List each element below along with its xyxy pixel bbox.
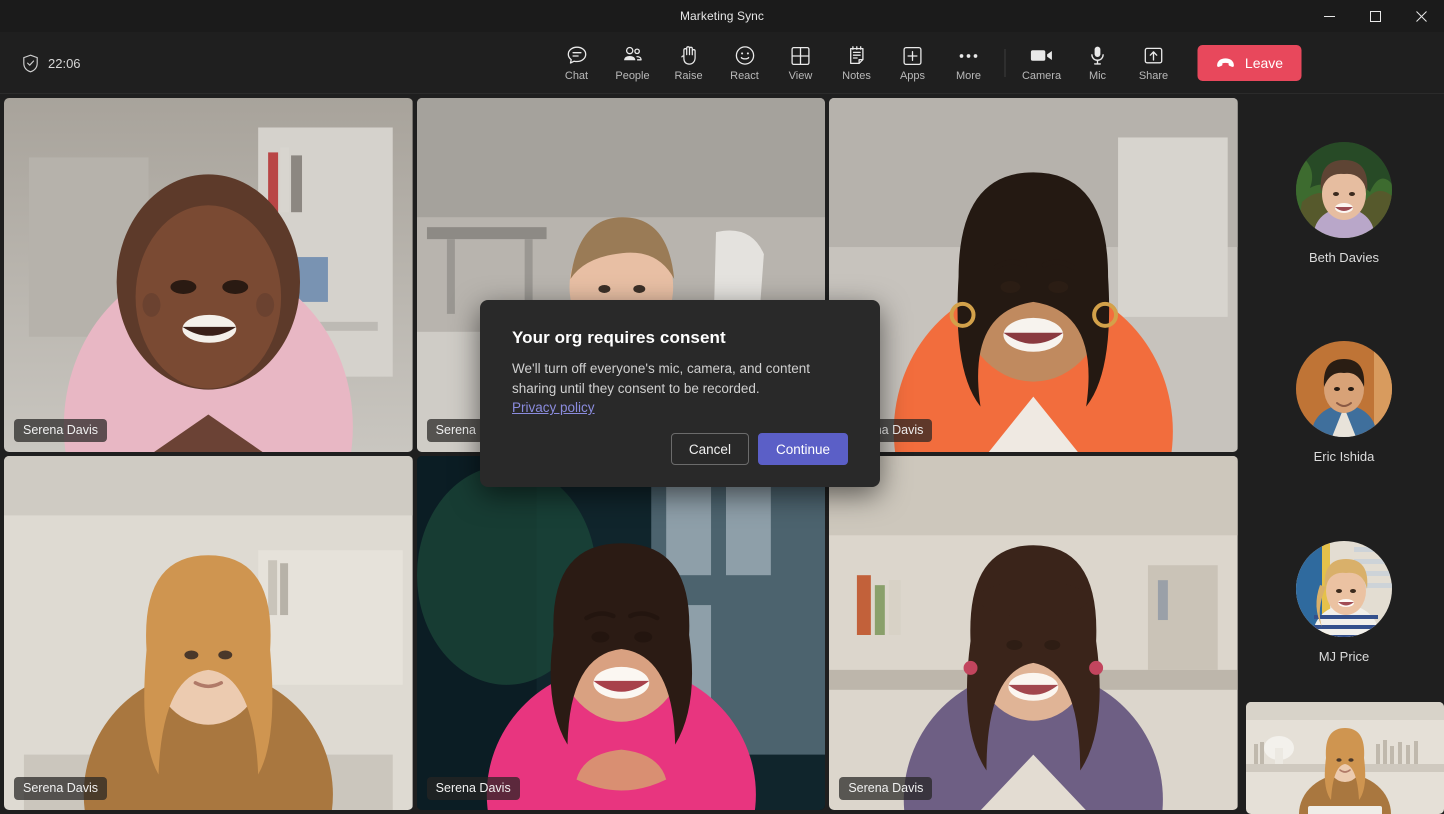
video-tile[interactable]: Serena Davis	[829, 456, 1238, 810]
avatar	[1296, 541, 1392, 637]
meeting-timer-group: 22:06	[22, 32, 81, 94]
hang-up-icon	[1216, 57, 1236, 69]
video-tile[interactable]: Serena Davis	[417, 456, 826, 810]
shield-check-icon	[22, 54, 39, 73]
minimize-icon	[1324, 11, 1335, 22]
react-button[interactable]: React	[717, 36, 773, 90]
dialog-body: We'll turn off everyone's mic, camera, a…	[512, 359, 834, 399]
notes-icon	[847, 45, 866, 67]
people-icon	[622, 45, 644, 67]
raise-hand-label: Raise	[674, 70, 702, 82]
participant-video	[4, 98, 413, 452]
dialog-title: Your org requires consent	[512, 328, 848, 348]
minimize-button[interactable]	[1306, 0, 1352, 32]
roster-participant-name: Beth Davies	[1309, 250, 1379, 265]
chat-icon	[566, 45, 587, 67]
more-ellipsis-icon	[958, 45, 980, 67]
roster-participant[interactable]: Beth Davies	[1244, 142, 1444, 265]
participant-name-badge: Serena Davis	[14, 419, 107, 442]
video-tile[interactable]: Serena Davis	[4, 98, 413, 452]
notes-label: Notes	[842, 70, 871, 82]
apps-label: Apps	[900, 70, 925, 82]
react-smiley-icon	[734, 45, 755, 67]
privacy-policy-link[interactable]: Privacy policy	[512, 400, 595, 415]
roster-participant[interactable]: Eric Ishida	[1244, 341, 1444, 464]
title-bar: Marketing Sync	[0, 0, 1444, 32]
toolbar-divider	[1005, 49, 1006, 77]
roster-participant-name: MJ Price	[1319, 649, 1370, 664]
mic-button[interactable]: Mic	[1070, 36, 1126, 90]
microphone-icon	[1090, 45, 1106, 67]
leave-button[interactable]: Leave	[1198, 45, 1302, 81]
chat-button[interactable]: Chat	[549, 36, 605, 90]
participant-video	[829, 98, 1238, 452]
close-button[interactable]	[1398, 0, 1444, 32]
view-grid-icon	[791, 45, 811, 67]
participant-name-badge: Serena Davis	[14, 777, 107, 800]
view-label: View	[789, 70, 813, 82]
meeting-toolbar: 22:06 Chat People	[0, 32, 1444, 94]
raise-hand-icon	[679, 45, 698, 67]
participant-video	[4, 456, 413, 810]
maximize-icon	[1370, 11, 1381, 22]
more-button[interactable]: More	[941, 36, 997, 90]
share-label: Share	[1139, 70, 1168, 82]
participant-name-badge: Serena Davis	[839, 777, 932, 800]
leave-label: Leave	[1245, 55, 1283, 71]
roster-participant[interactable]: MJ Price	[1244, 541, 1444, 664]
participant-video	[417, 456, 826, 810]
close-icon	[1416, 11, 1427, 22]
avatar	[1296, 142, 1392, 238]
camera-icon	[1030, 45, 1054, 67]
apps-button[interactable]: Apps	[885, 36, 941, 90]
camera-button[interactable]: Camera	[1014, 36, 1070, 90]
react-label: React	[730, 70, 759, 82]
chat-label: Chat	[565, 70, 588, 82]
video-tile[interactable]: Serena Davis	[4, 456, 413, 810]
self-view-tile[interactable]	[1246, 702, 1444, 814]
roster-participant-name: Eric Ishida	[1314, 449, 1375, 464]
maximize-button[interactable]	[1352, 0, 1398, 32]
apps-plus-icon	[903, 45, 923, 67]
continue-button[interactable]: Continue	[758, 433, 848, 465]
meeting-timer: 22:06	[48, 56, 81, 71]
participant-name-badge: Serena Davis	[427, 777, 520, 800]
raise-hand-button[interactable]: Raise	[661, 36, 717, 90]
people-label: People	[615, 70, 649, 82]
mic-label: Mic	[1089, 70, 1106, 82]
window-title: Marketing Sync	[680, 9, 764, 23]
notes-button[interactable]: Notes	[829, 36, 885, 90]
participant-rail: Beth Davies Eric Ishida	[1244, 94, 1444, 814]
avatar	[1296, 341, 1392, 437]
more-label: More	[956, 70, 981, 82]
view-button[interactable]: View	[773, 36, 829, 90]
share-button[interactable]: Share	[1126, 36, 1182, 90]
window-controls	[1306, 0, 1444, 32]
cancel-button[interactable]: Cancel	[671, 433, 749, 465]
toolbar-buttons: Chat People Raise	[549, 32, 1302, 94]
consent-dialog: Your org requires consent We'll turn off…	[480, 300, 880, 487]
people-button[interactable]: People	[605, 36, 661, 90]
dialog-actions: Cancel Continue	[671, 433, 848, 465]
share-screen-icon	[1144, 45, 1164, 67]
camera-label: Camera	[1022, 70, 1061, 82]
video-tile[interactable]: Serena Davis	[829, 98, 1238, 452]
participant-video	[829, 456, 1238, 810]
